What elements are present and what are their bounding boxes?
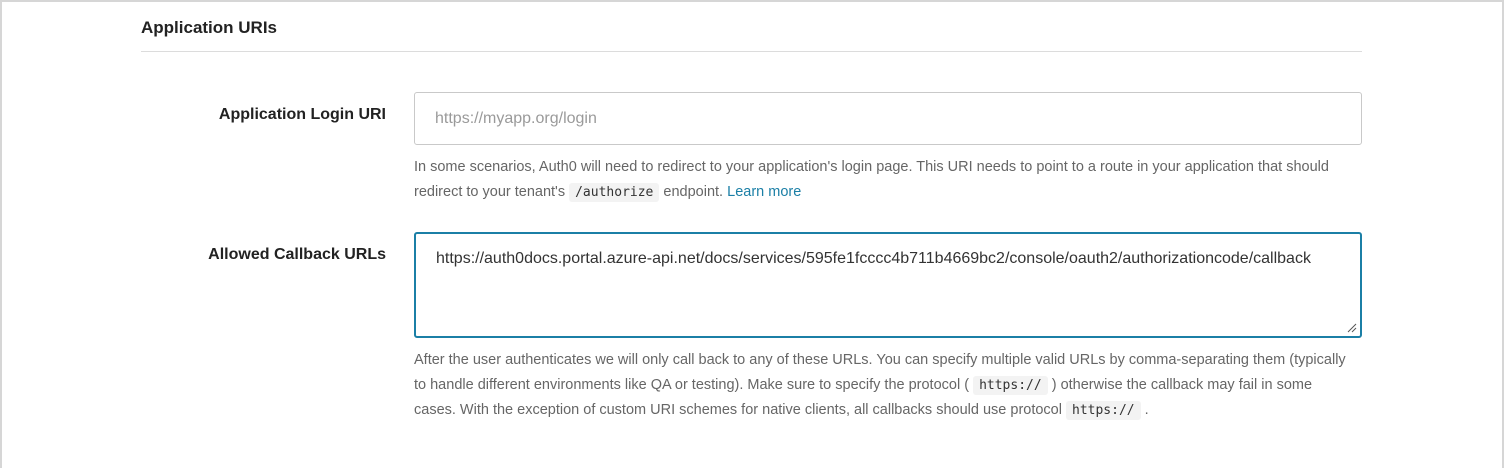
login-uri-label: Application Login URI (218, 106, 386, 123)
callback-urls-textarea[interactable]: https://auth0docs.portal.azure-api.net/d… (414, 232, 1362, 338)
callback-urls-help: After the user authenticates we will onl… (414, 348, 1354, 424)
login-uri-input[interactable] (414, 92, 1362, 145)
login-uri-help: In some scenarios, Auth0 will need to re… (414, 155, 1364, 205)
section-divider (141, 51, 1362, 52)
resize-handle-icon[interactable] (1347, 323, 1357, 333)
login-uri-help-text: In some scenarios, Auth0 will need to re… (414, 159, 1329, 200)
authorize-endpoint-code: /authorize (569, 182, 660, 202)
section-title: Application URIs (141, 18, 278, 37)
callback-urls-value: https://auth0docs.portal.azure-api.net/d… (436, 250, 1311, 267)
https-protocol-code: https:// (973, 375, 1048, 395)
learn-more-link[interactable]: Learn more (727, 184, 801, 200)
https-protocol-code-2: https:// (1066, 401, 1141, 420)
callback-urls-label: Allowed Callback URLs (208, 246, 386, 263)
callback-help-text-3: . (1140, 402, 1149, 418)
login-uri-help-text-end: endpoint. (659, 183, 728, 200)
